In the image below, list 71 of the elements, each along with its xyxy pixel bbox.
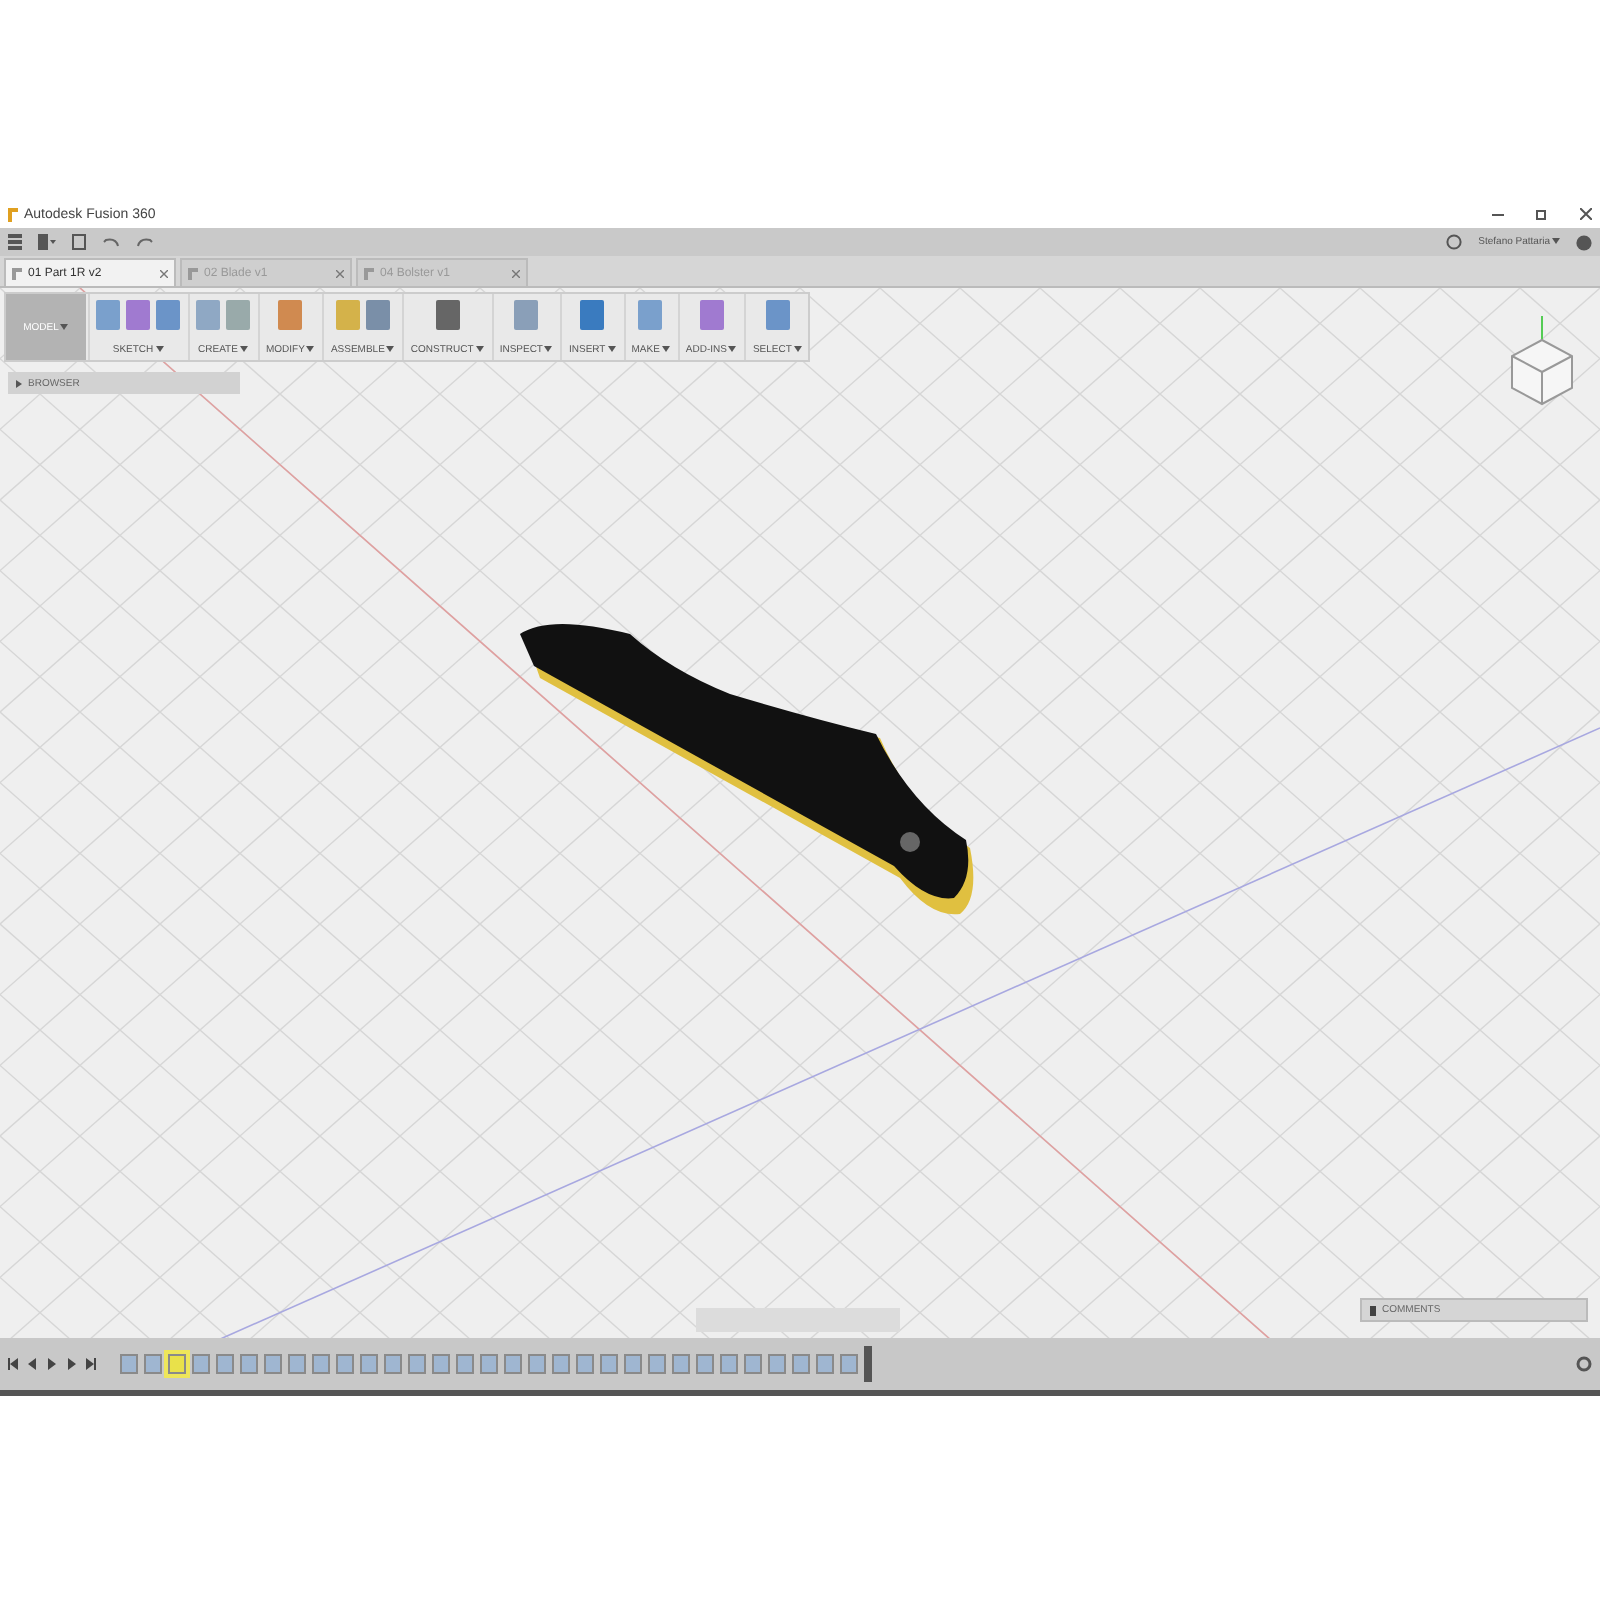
timeline-feature-icon[interactable] — [384, 1354, 402, 1374]
restore-button[interactable] — [1536, 208, 1548, 220]
timeline-feature-icon[interactable] — [288, 1354, 306, 1374]
close-tab-icon[interactable] — [336, 269, 344, 277]
grid-menu-icon[interactable] — [8, 234, 22, 250]
timeline-feature-icon[interactable] — [240, 1354, 258, 1374]
tool-icon[interactable] — [365, 300, 390, 330]
timeline-feature-icon[interactable] — [432, 1354, 450, 1374]
tool-icon[interactable] — [580, 300, 605, 330]
timeline-playback-controls[interactable] — [8, 1358, 96, 1370]
caret-icon — [60, 324, 69, 330]
undo-icon[interactable] — [102, 236, 120, 248]
document-icon — [12, 267, 22, 279]
tool-icon[interactable] — [514, 300, 539, 330]
caret-icon — [1552, 238, 1560, 245]
expand-icon[interactable] — [16, 379, 22, 387]
close-button[interactable] — [1580, 208, 1592, 220]
caret-icon — [386, 346, 395, 353]
timeline-feature-icon[interactable] — [504, 1354, 522, 1374]
timeline-feature-icon[interactable] — [120, 1354, 138, 1374]
file-icon[interactable] — [38, 234, 56, 250]
timeline-feature-icon[interactable] — [528, 1354, 546, 1374]
timeline-feature-icon[interactable] — [264, 1354, 282, 1374]
timeline-feature-icon[interactable] — [816, 1354, 834, 1374]
save-icon[interactable] — [72, 234, 86, 250]
timeline-feature-icon[interactable] — [600, 1354, 618, 1374]
document-icon — [364, 267, 374, 279]
caret-icon — [728, 346, 737, 353]
timeline-feature-icon[interactable] — [408, 1354, 426, 1374]
timeline-feature-icon[interactable] — [696, 1354, 714, 1374]
timeline-feature-icon[interactable] — [792, 1354, 810, 1374]
tool-icon[interactable] — [435, 300, 460, 330]
timeline-feature-icon[interactable] — [216, 1354, 234, 1374]
minimize-button[interactable] — [1492, 208, 1504, 220]
timeline-feature-icon[interactable] — [360, 1354, 378, 1374]
close-tab-icon[interactable] — [160, 269, 168, 277]
timeline-feature-icon[interactable] — [744, 1354, 762, 1374]
caret-icon — [544, 346, 553, 353]
caret-icon — [661, 346, 670, 353]
timeline-feature-icon[interactable] — [672, 1354, 690, 1374]
redo-icon[interactable] — [136, 236, 154, 248]
timeline-feature-icon[interactable] — [840, 1354, 858, 1374]
caret-icon — [239, 346, 248, 353]
navigation-toolbar[interactable] — [696, 1308, 900, 1332]
tool-icon[interactable] — [699, 300, 724, 330]
caret-icon — [306, 346, 315, 353]
close-tab-icon[interactable] — [512, 269, 520, 277]
app-logo-icon — [8, 207, 18, 221]
timeline-feature-icon[interactable] — [552, 1354, 570, 1374]
timeline-feature-icon[interactable] — [192, 1354, 210, 1374]
tool-icon[interactable] — [765, 300, 790, 330]
timeline-feature-icon[interactable] — [336, 1354, 354, 1374]
timeline-feature-icon[interactable] — [144, 1354, 162, 1374]
pin-icon[interactable] — [1370, 1305, 1376, 1315]
caret-icon — [155, 346, 164, 353]
timeline-feature-icon[interactable] — [456, 1354, 474, 1374]
caret-icon — [607, 346, 616, 353]
timeline-feature-icon[interactable] — [168, 1354, 186, 1374]
caret-icon — [475, 346, 484, 353]
timeline-feature-icon[interactable] — [624, 1354, 642, 1374]
timeline-feature-icon[interactable] — [576, 1354, 594, 1374]
timeline-marker-icon[interactable] — [864, 1346, 872, 1382]
timeline-feature-icon[interactable] — [480, 1354, 498, 1374]
tool-icon[interactable] — [638, 300, 663, 330]
document-icon — [188, 267, 198, 279]
tool-icon[interactable] — [278, 300, 303, 330]
caret-icon — [793, 346, 802, 353]
timeline-feature-icon[interactable] — [768, 1354, 786, 1374]
timeline-feature-icon[interactable] — [312, 1354, 330, 1374]
timeline-feature-icon[interactable] — [720, 1354, 738, 1374]
timeline-feature-icon[interactable] — [648, 1354, 666, 1374]
